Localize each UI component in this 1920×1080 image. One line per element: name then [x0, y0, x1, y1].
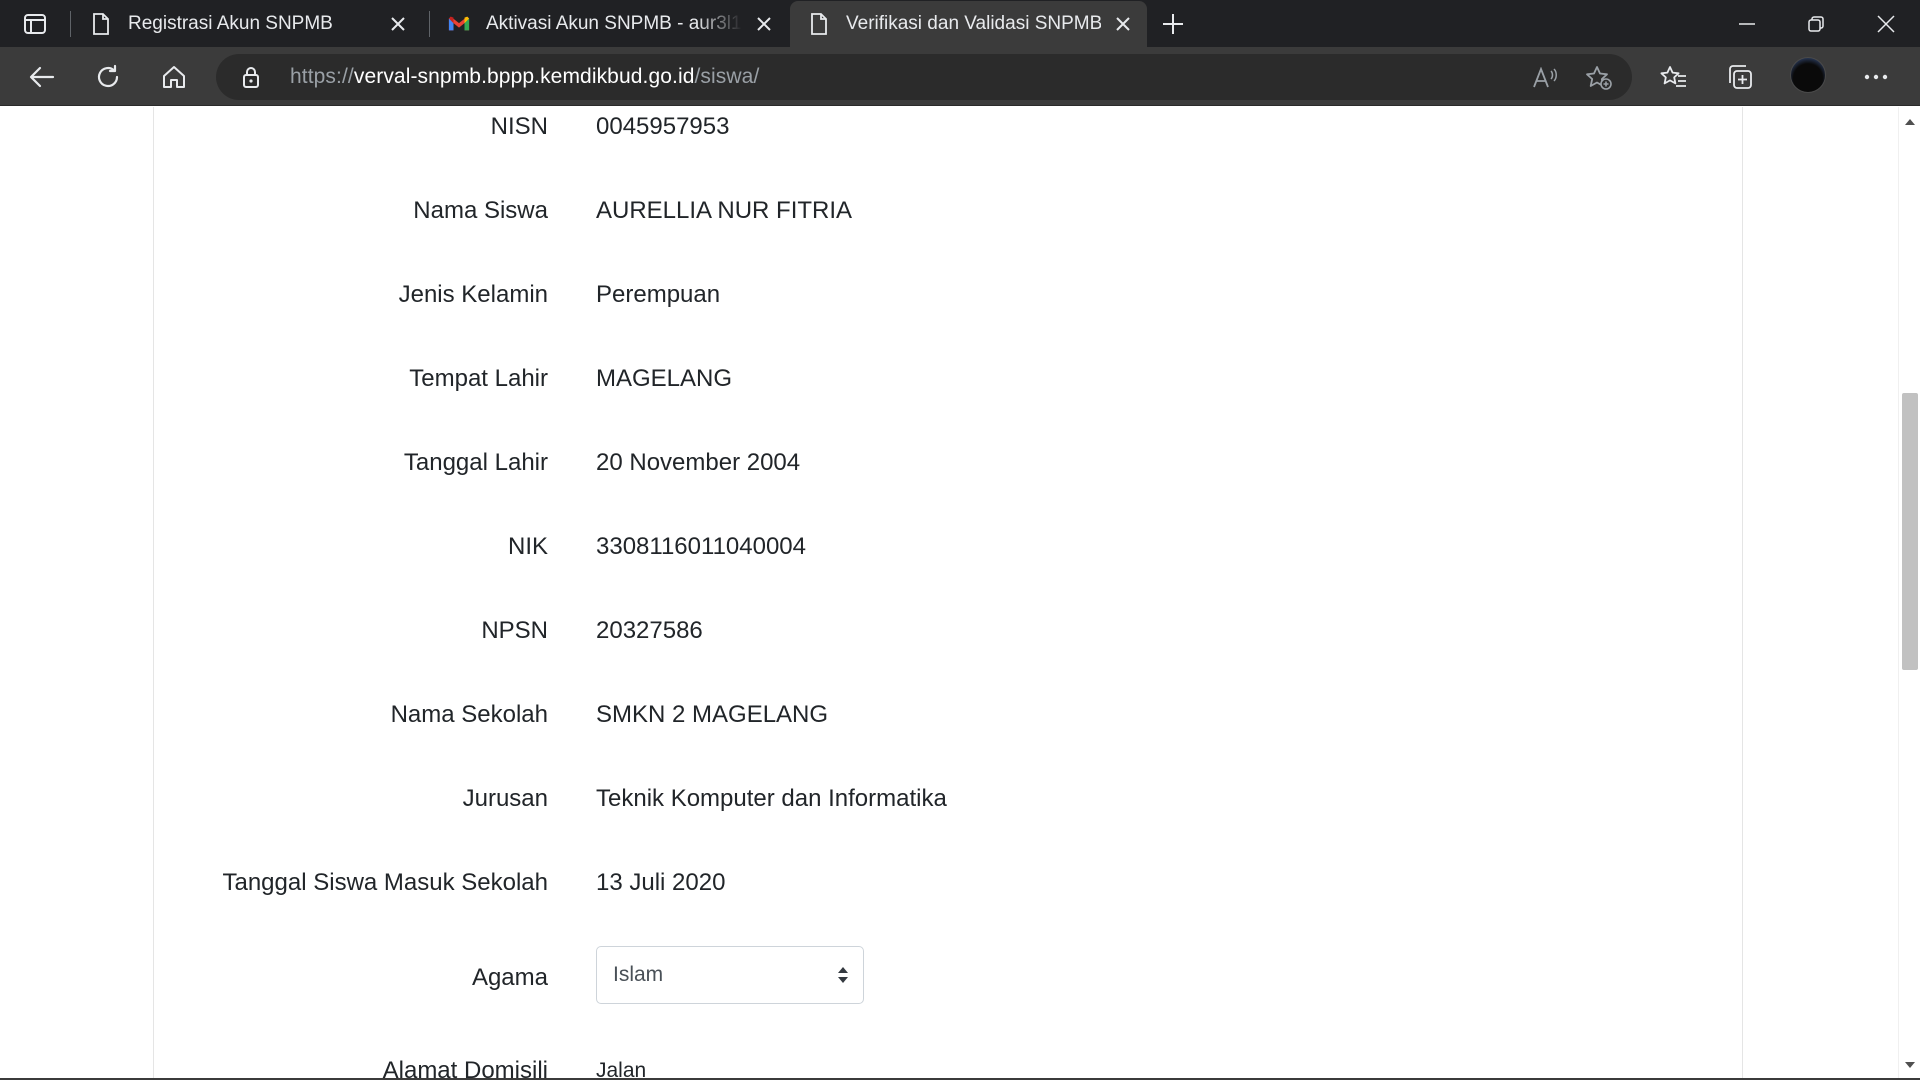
field-label: NPSN — [481, 617, 548, 644]
field-row-tanggal-lahir: Tanggal Lahir 20 November 2004 — [0, 443, 1898, 483]
gmail-icon — [448, 13, 470, 35]
field-label: Jenis Kelamin — [398, 281, 548, 308]
page-icon — [808, 13, 830, 35]
new-tab-plus-icon[interactable] — [1157, 8, 1189, 40]
scroll-down-arrow-icon[interactable] — [1904, 1056, 1916, 1074]
field-row-nama-siswa: Nama Siswa AURELLIA NUR FITRIA — [0, 191, 1898, 231]
field-value: 3308116011040004 — [596, 533, 806, 560]
field-row-tanggal-masuk: Tanggal Siswa Masuk Sekolah 13 Juli 2020 — [0, 863, 1898, 903]
field-label: Tanggal Siswa Masuk Sekolah — [222, 869, 548, 896]
tab-actions-icon[interactable] — [20, 10, 50, 38]
field-row-npsn: NPSN 20327586 — [0, 611, 1898, 651]
collections-icon[interactable] — [1720, 59, 1760, 95]
agama-selected-value: Islam — [613, 963, 664, 986]
agama-select[interactable]: Islam — [596, 946, 864, 1004]
field-label: Alamat Domisili — [382, 1057, 548, 1080]
refresh-icon[interactable] — [88, 59, 128, 95]
profile-avatar[interactable] — [1790, 57, 1826, 93]
url-scheme: https:// — [290, 65, 354, 88]
tab-title: Aktivasi Akun SNPMB - aur3l163@gmail.com — [486, 12, 742, 34]
close-icon[interactable] — [750, 10, 778, 38]
tab-registrasi[interactable]: Registrasi Akun SNPMB — [72, 0, 422, 47]
scroll-up-arrow-icon[interactable] — [1904, 113, 1916, 131]
field-label: Tempat Lahir — [409, 365, 548, 392]
tab-title: Verifikasi dan Validasi SNPMB — [846, 13, 1101, 34]
field-row-jenis-kelamin: Jenis Kelamin Perempuan — [0, 275, 1898, 315]
field-value: Perempuan — [596, 281, 721, 308]
field-label: Tanggal Lahir — [403, 449, 548, 476]
tab-aktivasi-gmail[interactable]: Aktivasi Akun SNPMB - aur3l163@gmail.com — [430, 0, 788, 47]
close-window-icon[interactable] — [1854, 0, 1918, 47]
back-arrow-icon[interactable] — [22, 59, 62, 95]
field-value: 20327586 — [596, 617, 703, 644]
field-row-nama-sekolah: Nama Sekolah SMKN 2 MAGELANG — [0, 695, 1898, 735]
field-value: Jalan — [596, 1059, 647, 1080]
field-label: Nama Sekolah — [390, 701, 548, 728]
tab-title: Registrasi Akun SNPMB — [128, 12, 333, 34]
sort-caret-icon — [837, 965, 849, 990]
page-icon — [90, 12, 112, 35]
url-path: /siswa/ — [694, 65, 760, 88]
field-label: Nama Siswa — [413, 197, 548, 224]
add-favorite-icon[interactable] — [1584, 64, 1614, 92]
page-viewport: NISN 0045957953 Nama Siswa AURELLIA NUR … — [0, 107, 1898, 1080]
field-value: Teknik Komputer dan Informatika — [596, 785, 947, 812]
browser-toolbar: https://verval-snpmb.bppp.kemdikbud.go.i… — [0, 47, 1920, 106]
student-data-card — [153, 107, 1743, 1080]
close-icon[interactable] — [1109, 10, 1137, 38]
field-label: NISN — [490, 113, 548, 140]
restore-icon[interactable] — [1784, 0, 1848, 47]
close-icon[interactable] — [384, 10, 412, 38]
home-icon[interactable] — [154, 59, 194, 95]
field-value: AURELLIA NUR FITRIA — [596, 197, 853, 224]
url-text[interactable]: https://verval-snpmb.bppp.kemdikbud.go.i… — [290, 65, 759, 89]
field-value: 13 Juli 2020 — [596, 869, 726, 896]
field-row-tempat-lahir: Tempat Lahir MAGELANG — [0, 359, 1898, 399]
tab-separator — [70, 11, 71, 37]
more-options-icon[interactable] — [1856, 59, 1896, 95]
field-value: 20 November 2004 — [596, 449, 801, 476]
field-row-alamat-domisili: Alamat Domisili Jalan — [0, 1051, 1898, 1080]
field-row-agama: Agama — [0, 958, 1898, 998]
tab-verifikasi-active[interactable]: Verifikasi dan Validasi SNPMB — [790, 1, 1147, 47]
field-row-nisn: NISN 0045957953 — [0, 107, 1898, 147]
field-value: MAGELANG — [596, 365, 733, 392]
field-label: Jurusan — [462, 785, 548, 812]
field-label: NIK — [507, 533, 548, 560]
scroll-thumb[interactable] — [1902, 393, 1918, 670]
read-aloud-icon[interactable] — [1530, 64, 1560, 92]
field-row-jurusan: Jurusan Teknik Komputer dan Informatika — [0, 779, 1898, 819]
address-bar[interactable]: https://verval-snpmb.bppp.kemdikbud.go.i… — [216, 54, 1632, 100]
minimize-icon[interactable] — [1715, 0, 1779, 47]
lock-icon[interactable] — [242, 66, 260, 93]
field-value: 0045957953 — [596, 113, 730, 140]
page-scrollbar[interactable] — [1898, 107, 1920, 1080]
field-row-nik: NIK 3308116011040004 — [0, 527, 1898, 567]
url-host: verval-snpmb.bppp.kemdikbud.go.id — [353, 65, 695, 88]
field-value: SMKN 2 MAGELANG — [596, 701, 829, 728]
field-label: Agama — [471, 964, 548, 991]
browser-tab-strip: Registrasi Akun SNPMB Aktivasi Akun SNPM… — [0, 0, 1920, 47]
favorites-icon[interactable] — [1654, 59, 1694, 95]
